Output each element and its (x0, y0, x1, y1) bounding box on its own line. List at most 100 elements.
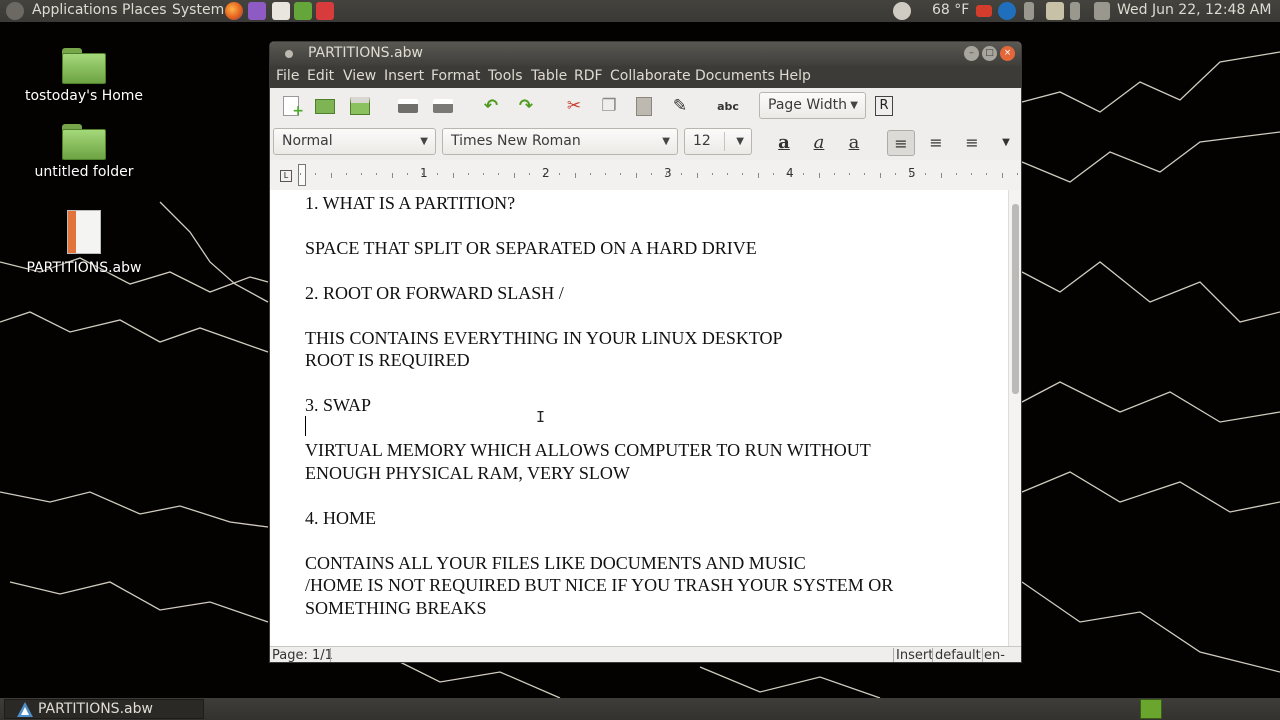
doc-line: 4. HOME (305, 508, 376, 528)
ruler-tick (864, 173, 866, 175)
firefox-icon[interactable] (225, 2, 243, 20)
menu-rdf[interactable]: RDF (574, 68, 603, 84)
maximize-button[interactable]: □ (982, 46, 997, 61)
spellcheck-icon[interactable]: abc (716, 94, 740, 118)
menu-view[interactable]: View (343, 68, 376, 84)
ruler-tick (894, 173, 896, 175)
ruler-tick (757, 173, 759, 178)
ruler-tick (635, 173, 637, 178)
hp-icon[interactable] (998, 2, 1016, 20)
status-page: Page: 1/1 (272, 648, 333, 663)
redo-icon[interactable]: ↷ (514, 94, 538, 118)
menu-collaborate[interactable]: Collaborate (610, 68, 691, 84)
ruler-tick (650, 173, 652, 175)
print-preview-icon[interactable] (431, 94, 455, 118)
align-left-button[interactable]: ≡ (887, 130, 915, 156)
style-select[interactable]: Normal ▼ (273, 128, 436, 155)
revisions-icon[interactable]: R (872, 94, 896, 118)
format-toolbar: Normal ▼ Times New Roman ▼ 12 ▼ a a a ≡ … (270, 124, 1021, 160)
desktop-icon-home[interactable]: tostoday's Home (14, 48, 154, 104)
volume-icon[interactable] (1094, 2, 1110, 20)
status-mode: Insert (896, 648, 934, 663)
system-menu[interactable]: System (172, 0, 224, 22)
ruler-tick (315, 173, 317, 175)
camera-icon[interactable] (976, 5, 992, 17)
menu-tools[interactable]: Tools (488, 68, 523, 84)
title-bar[interactable]: PARTITIONS.abw – □ × (270, 42, 1021, 66)
open-folder-icon[interactable] (313, 94, 337, 118)
desktop-icon-untitled-folder[interactable]: untitled folder (14, 124, 154, 180)
microphone-icon[interactable] (1070, 2, 1080, 20)
doc-line: /HOME IS NOT REQUIRED BUT NICE IF YOU TR… (305, 575, 894, 595)
app-launcher-icon[interactable] (294, 2, 312, 20)
toolbar-overflow-chevron-icon[interactable]: ▼ (992, 130, 1020, 156)
bluetooth-icon[interactable] (1024, 2, 1034, 20)
close-button[interactable]: × (1000, 46, 1015, 61)
launcher-icon[interactable] (248, 2, 266, 20)
ruler-tick (605, 173, 606, 175)
desktop-icon-label: untitled folder (34, 164, 134, 180)
zoom-select[interactable]: Page Width ▼ (759, 92, 866, 119)
ruler-tick (376, 173, 378, 175)
tab-stop-icon[interactable]: L (280, 170, 292, 182)
minimize-button[interactable]: – (964, 46, 979, 61)
ruler-tick (833, 173, 835, 175)
menu-format[interactable]: Format (431, 68, 480, 84)
status-language: en-US (984, 648, 1005, 663)
new-document-icon[interactable]: + (279, 94, 304, 119)
status-bar: Page: 1/1 Insert default en-US (270, 646, 1021, 663)
undo-icon[interactable]: ↶ (479, 94, 503, 118)
clock[interactable]: Wed Jun 22, 12:48 AM (1117, 0, 1271, 22)
menu-help[interactable]: Help (779, 68, 811, 84)
doc-line: THIS CONTAINS EVERYTHING IN YOUR LINUX D… (305, 328, 783, 348)
menu-bar: File Edit View Insert Format Tools Table… (270, 66, 1021, 88)
font-size-select[interactable]: 12 ▼ (684, 128, 752, 155)
ruler-number: 4 (786, 166, 794, 180)
applications-menu[interactable]: Applications (32, 0, 118, 22)
menu-documents[interactable]: Documents (695, 68, 775, 84)
vertical-scrollbar[interactable] (1008, 190, 1021, 646)
vivaldi-icon[interactable] (316, 2, 334, 20)
ruler-tick (467, 173, 469, 175)
ruler-tick (574, 173, 576, 178)
italic-button[interactable]: a (805, 130, 833, 156)
scrollbar-thumb[interactable] (1012, 204, 1019, 394)
menu-insert[interactable]: Insert (384, 68, 424, 84)
abiword-icon (17, 702, 33, 717)
ruler-tick (437, 173, 439, 175)
weather-temperature[interactable]: 68 °F (932, 0, 969, 22)
document-area[interactable]: 1. WHAT IS A PARTITION? SPACE THAT SPLIT… (270, 190, 1008, 646)
menu-edit[interactable]: Edit (307, 68, 334, 84)
text-editor-icon[interactable] (272, 2, 290, 20)
doc-line: CONTAINS ALL YOUR FILES LIKE DOCUMENTS A… (305, 553, 806, 573)
ubuntu-logo-icon[interactable] (6, 2, 24, 20)
menu-table[interactable]: Table (531, 68, 567, 84)
ruler[interactable]: L 1 2 3 4 5 (270, 160, 1021, 190)
menu-file[interactable]: File (276, 68, 299, 84)
align-center-button[interactable]: ≡ (922, 130, 950, 156)
workspace-switcher[interactable] (1140, 699, 1162, 719)
format-painter-icon[interactable]: ✎ (668, 94, 692, 118)
ruler-number: 3 (664, 166, 672, 180)
print-icon[interactable] (396, 94, 420, 118)
ruler-tick (345, 173, 347, 175)
network-icon[interactable] (1046, 2, 1064, 20)
places-menu[interactable]: Places (122, 0, 167, 22)
chevron-down-icon: ▼ (850, 100, 858, 111)
cut-icon[interactable]: ✂ (562, 94, 586, 118)
abiword-window: PARTITIONS.abw – □ × File Edit View Inse… (269, 41, 1022, 663)
paste-icon[interactable] (632, 94, 656, 118)
taskbar-item-partitions[interactable]: PARTITIONS.abw (4, 699, 204, 719)
underline-button[interactable]: a (840, 130, 868, 156)
doc-line: SPACE THAT SPLIT OR SEPARATED ON A HARD … (305, 238, 757, 258)
desktop-icon-partitions[interactable]: PARTITIONS.abw (14, 210, 154, 276)
font-select[interactable]: Times New Roman ▼ (442, 128, 678, 155)
ruler-tick (300, 173, 301, 175)
weather-icon[interactable] (893, 2, 911, 20)
save-icon[interactable] (348, 94, 372, 118)
ruler-tick (696, 173, 698, 178)
align-right-button[interactable]: ≡ (958, 130, 986, 156)
copy-icon[interactable]: ❐ (597, 94, 621, 118)
doc-line: ENOUGH PHYSICAL RAM, VERY SLOW (305, 463, 630, 483)
bold-button[interactable]: a (770, 130, 798, 156)
